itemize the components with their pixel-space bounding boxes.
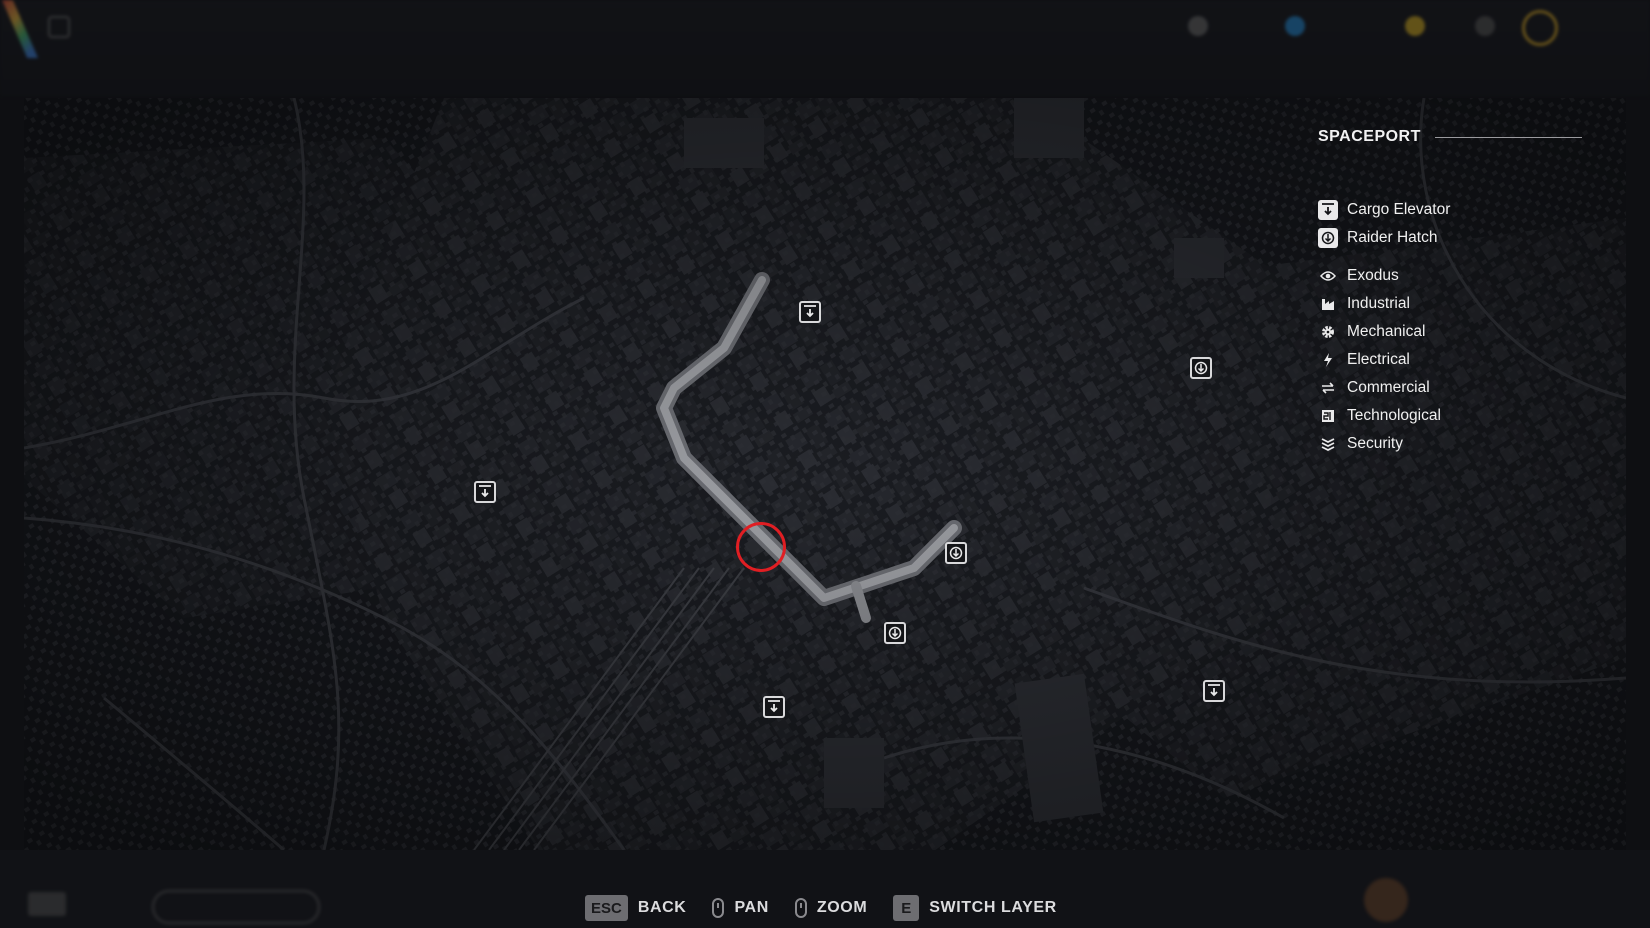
blurred-bottom-right [1360,850,1640,928]
category-legend: Exodus Industrial Mechanical Electrical … [1318,262,1582,458]
lightning-icon [1318,350,1338,370]
cargo-elevator-icon [768,700,780,713]
cargo-elevator-marker[interactable] [763,696,785,718]
cargo-elevator-marker[interactable] [474,481,496,503]
chevrons-icon [1318,434,1338,454]
raider-hatch-marker[interactable] [945,542,967,564]
esc-key: ESC [585,895,628,921]
cargo-elevator-icon [1318,200,1338,220]
raider-hatch-icon [888,626,902,640]
legend-item-electrical[interactable]: Electrical [1318,346,1582,374]
cargo-elevator-marker[interactable] [1203,680,1225,702]
hint-back[interactable]: ESC BACK [585,895,686,921]
raider-hatch-marker[interactable] [884,622,906,644]
legend-item-mechanical[interactable]: Mechanical [1318,318,1582,346]
legend-item-technological[interactable]: Technological [1318,402,1582,430]
access-point-legend: Cargo Elevator Raider Hatch [1318,196,1582,252]
hint-label: ZOOM [816,899,868,916]
top-bar [0,0,1650,96]
factory-icon [1318,294,1338,314]
legend-item-raider-hatch[interactable]: Raider Hatch [1318,224,1582,252]
legend-label: Mechanical [1347,323,1426,340]
blurred-stat-3 [1405,16,1425,36]
legend-item-security[interactable]: Security [1318,430,1582,458]
exchange-arrows-icon [1318,378,1338,398]
blurred-stat-4 [1475,16,1495,36]
legend-label: Security [1347,435,1403,452]
legend-label: Electrical [1347,351,1410,368]
hint-switch-layer[interactable]: E SWITCH LAYER [893,895,1057,921]
hint-label: SWITCH LAYER [929,899,1057,916]
cargo-elevator-marker[interactable] [799,301,821,323]
blurred-stat-1 [1188,16,1208,36]
legend-label: Commercial [1347,379,1430,396]
map-name: SPACEPORT [1318,128,1421,145]
blurred-bottom-left [28,850,128,928]
menu-icon[interactable] [48,16,70,38]
raider-hatch-icon [949,546,963,560]
hint-label: BACK [637,899,687,916]
legend-label: Raider Hatch [1347,229,1438,246]
legend-label: Exodus [1347,267,1399,284]
control-hints: ESC BACK PAN ZOOM E SWITCH LAYER [585,893,1083,923]
blurred-stat-2 [1285,16,1305,36]
legend-label: Industrial [1347,295,1410,312]
cargo-elevator-icon [804,305,816,318]
avatar[interactable] [1522,10,1558,46]
legend-item-cargo-elevator[interactable]: Cargo Elevator [1318,196,1582,224]
legend-label: Technological [1347,407,1441,424]
game-logo [2,0,38,58]
cargo-elevator-icon [479,485,491,498]
legend-header: SPACEPORT [1318,128,1582,146]
hint-label: PAN [734,899,769,916]
legend-label: Cargo Elevator [1347,201,1451,218]
blurred-inventory-button[interactable] [152,850,322,928]
gear-icon [1318,322,1338,342]
legend-item-commercial[interactable]: Commercial [1318,374,1582,402]
eye-icon [1318,266,1338,286]
hint-zoom: ZOOM [794,898,868,918]
player-location-marker [736,522,786,572]
chip-icon [1318,406,1338,426]
cargo-elevator-icon [1208,684,1220,697]
raider-hatch-marker[interactable] [1190,357,1212,379]
hint-pan: PAN [712,898,768,918]
mouse-icon [712,898,725,918]
mouse-scroll-icon [794,898,807,918]
map-legend: SPACEPORT Cargo Elevator Raider Hatch Ex… [1318,128,1582,458]
raider-hatch-icon [1318,228,1338,248]
e-key: E [893,895,920,921]
raider-hatch-icon [1194,361,1208,375]
legend-item-industrial[interactable]: Industrial [1318,290,1582,318]
legend-divider [1434,136,1582,138]
legend-item-exodus[interactable]: Exodus [1318,262,1582,290]
